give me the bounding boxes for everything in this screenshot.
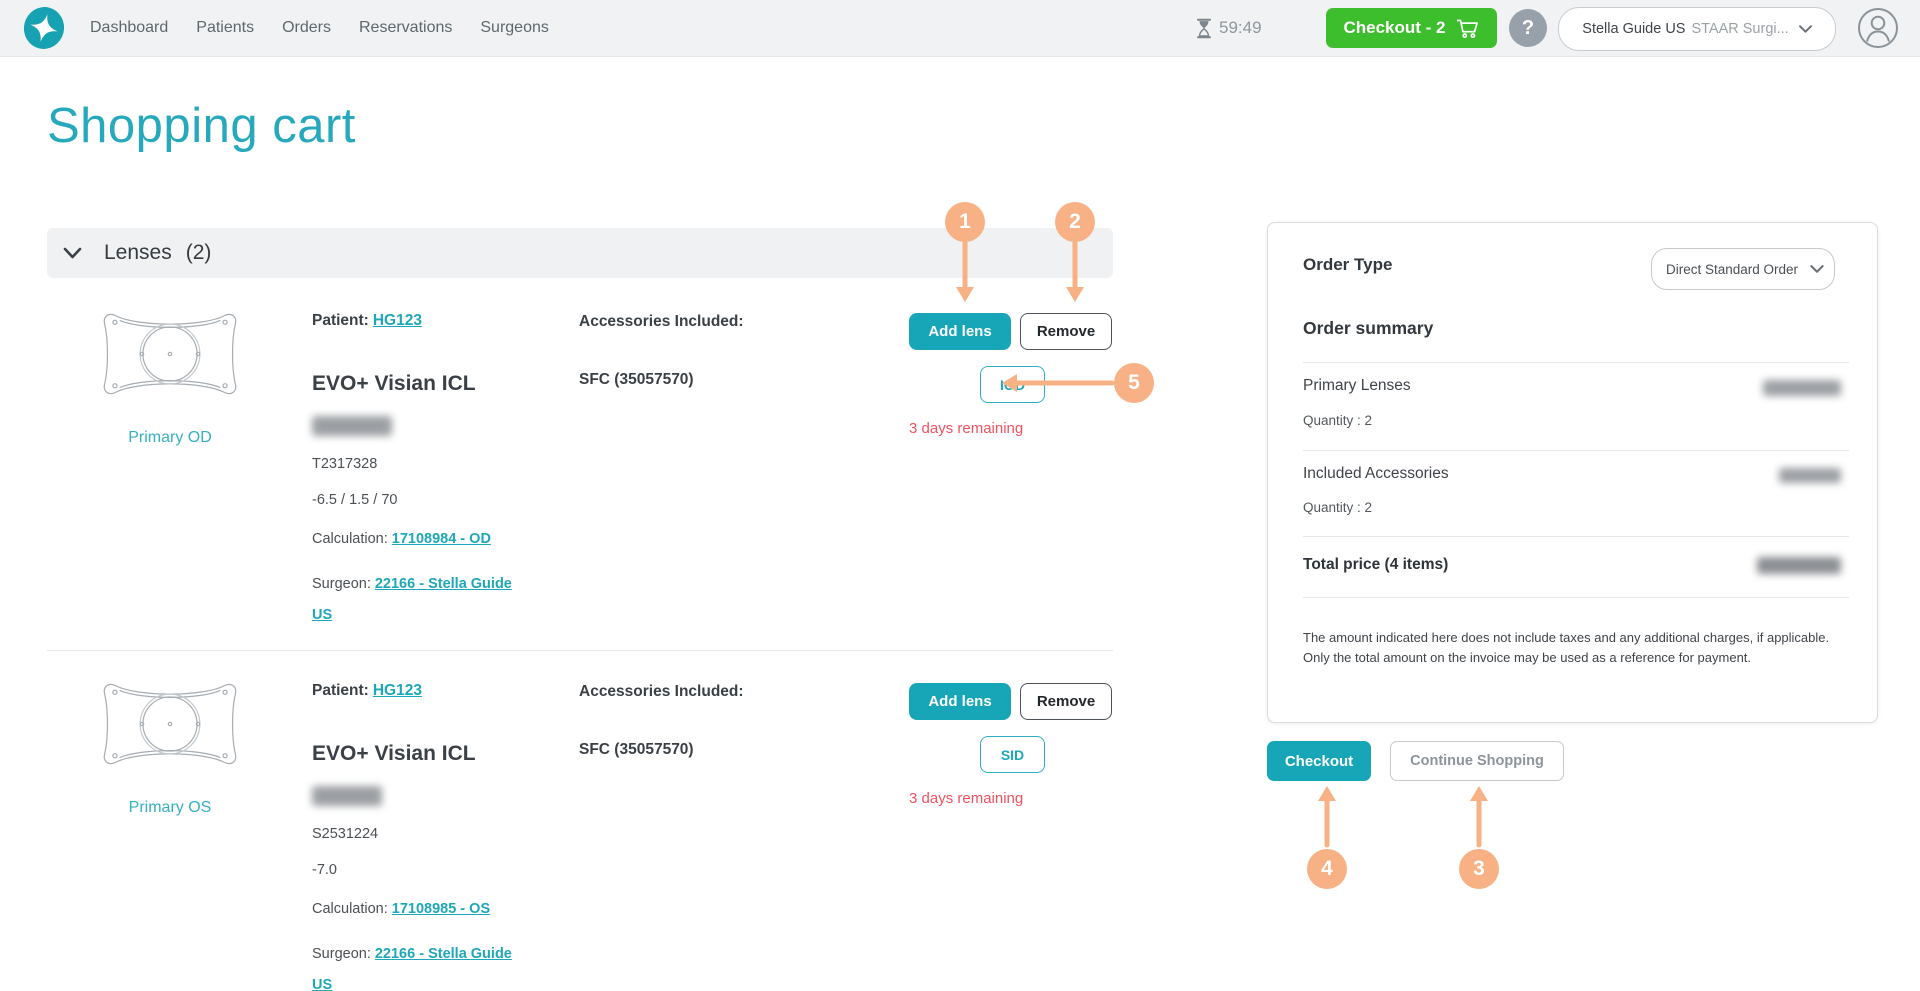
annotation-badge-2: 2 [1055, 202, 1095, 242]
lens-power: -7.0 [312, 862, 337, 878]
nav-reservations[interactable]: Reservations [359, 19, 452, 37]
lens-position-label: Primary OS [100, 799, 240, 817]
annotation-badge-5: 5 [1114, 363, 1154, 403]
remove-button[interactable]: Remove [1020, 313, 1112, 350]
lens-position-label: Primary OD [100, 429, 240, 447]
annotation-badge-4: 4 [1307, 849, 1347, 889]
calculation-link[interactable]: 17108985 - OS [392, 901, 490, 917]
summary-line-label: Primary Lenses [1303, 377, 1411, 395]
divider [1303, 536, 1849, 537]
days-remaining: 3 days remaining [909, 790, 1023, 807]
chevron-down-icon [63, 247, 82, 260]
patient-label: Patient: [312, 312, 369, 329]
account-selector[interactable]: Stella Guide US STAAR Surgi... [1558, 7, 1836, 51]
continue-shopping-button[interactable]: Continue Shopping [1390, 741, 1564, 781]
calculation-label: Calculation: [312, 531, 388, 547]
order-summary-title: Order summary [1303, 318, 1433, 339]
calculation-line: Calculation:17108985 - OS [312, 901, 552, 917]
header-checkout-label: Checkout - 2 [1343, 18, 1445, 38]
section-count: (2) [186, 241, 212, 265]
add-lens-button[interactable]: Add lens [909, 313, 1011, 350]
chevron-down-icon [1810, 265, 1824, 274]
accessories-label: Accessories Included: [579, 683, 744, 701]
shopping-cart-page: Dashboard Patients Orders Reservations S… [0, 0, 1920, 991]
price-redacted [1779, 468, 1841, 483]
question-icon: ? [1522, 17, 1534, 40]
header-checkout-button[interactable]: Checkout - 2 [1326, 8, 1497, 48]
staar-logo-icon[interactable] [22, 6, 66, 51]
lens-power: -6.5 / 1.5 / 70 [312, 492, 397, 508]
order-summary-panel: Order Type Direct Standard Orders Order … [1267, 222, 1878, 723]
account-name: Stella Guide US [1582, 21, 1685, 37]
section-label: Lenses [104, 241, 172, 265]
lens-serial: S2531224 [312, 826, 378, 842]
nav-dashboard[interactable]: Dashboard [90, 19, 168, 37]
price-redacted [312, 416, 392, 436]
divider [1303, 597, 1849, 598]
summary-line-qty: Quantity : 2 [1303, 413, 1372, 428]
divider [1303, 362, 1849, 363]
cart-item: Primary OS Patient:HG123 EVO+ Visian ICL… [0, 672, 1150, 991]
delivery-tag-button[interactable]: SID [980, 736, 1045, 773]
accessory-value: SFC (35057570) [579, 741, 694, 759]
cart-timer: 59:49 [1196, 0, 1262, 56]
main-nav: Dashboard Patients Orders Reservations S… [90, 0, 549, 56]
price-disclaimer: The amount indicated here does not inclu… [1303, 628, 1845, 668]
page-title: Shopping cart [47, 98, 356, 154]
lens-illustration [100, 678, 240, 770]
order-type-value: Direct Standard Orders [1666, 262, 1798, 277]
price-redacted [1763, 380, 1841, 396]
accessories-label: Accessories Included: [579, 313, 744, 331]
nav-patients[interactable]: Patients [196, 19, 254, 37]
order-type-select[interactable]: Direct Standard Orders [1651, 248, 1835, 290]
help-button[interactable]: ? [1509, 9, 1547, 47]
patient-link[interactable]: HG123 [373, 682, 422, 699]
surgeon-label: Surgeon: [312, 576, 371, 592]
delivery-tag-button[interactable]: IOD [980, 366, 1045, 403]
total-price-label: Total price (4 items) [1303, 556, 1448, 574]
patient-line: Patient:HG123 [312, 312, 542, 330]
add-lens-button[interactable]: Add lens [909, 683, 1011, 720]
lens-illustration [100, 308, 240, 400]
days-remaining: 3 days remaining [909, 420, 1023, 437]
product-name: EVO+ Visian ICL [312, 742, 476, 766]
item-divider [47, 650, 1113, 651]
accessory-value: SFC (35057570) [579, 371, 694, 389]
top-navigation-bar: Dashboard Patients Orders Reservations S… [0, 0, 1920, 57]
price-redacted [312, 786, 382, 806]
cart-item: Primary OD Patient:HG123 EVO+ Visian ICL… [0, 302, 1150, 652]
summary-line-qty: Quantity : 2 [1303, 500, 1372, 515]
patient-label: Patient: [312, 682, 369, 699]
cart-icon [1456, 17, 1480, 39]
order-type-label: Order Type [1303, 255, 1392, 275]
hourglass-icon [1196, 18, 1212, 39]
patient-line: Patient:HG123 [312, 682, 542, 700]
calculation-label: Calculation: [312, 901, 388, 917]
account-org: STAAR Surgi... [1691, 21, 1788, 37]
profile-avatar-icon[interactable] [1856, 6, 1900, 50]
annotation-badge-1: 1 [945, 202, 985, 242]
price-redacted [1757, 557, 1841, 574]
lens-serial: T2317328 [312, 456, 377, 472]
timer-value: 59:49 [1219, 18, 1262, 38]
nav-surgeons[interactable]: Surgeons [480, 19, 549, 37]
surgeon-label: Surgeon: [312, 946, 371, 962]
nav-orders[interactable]: Orders [282, 19, 331, 37]
annotation-badge-3: 3 [1459, 849, 1499, 889]
checkout-button[interactable]: Checkout [1267, 741, 1371, 781]
calculation-line: Calculation:17108984 - OD [312, 531, 552, 547]
summary-line-label: Included Accessories [1303, 465, 1449, 483]
surgeon-line: Surgeon:22166 - Stella Guide US [312, 569, 530, 631]
chevron-down-icon [1799, 25, 1812, 34]
calculation-link[interactable]: 17108984 - OD [392, 531, 491, 547]
surgeon-line: Surgeon:22166 - Stella Guide US [312, 939, 530, 991]
patient-link[interactable]: HG123 [373, 312, 422, 329]
remove-button[interactable]: Remove [1020, 683, 1112, 720]
divider [1303, 450, 1849, 451]
product-name: EVO+ Visian ICL [312, 372, 476, 396]
